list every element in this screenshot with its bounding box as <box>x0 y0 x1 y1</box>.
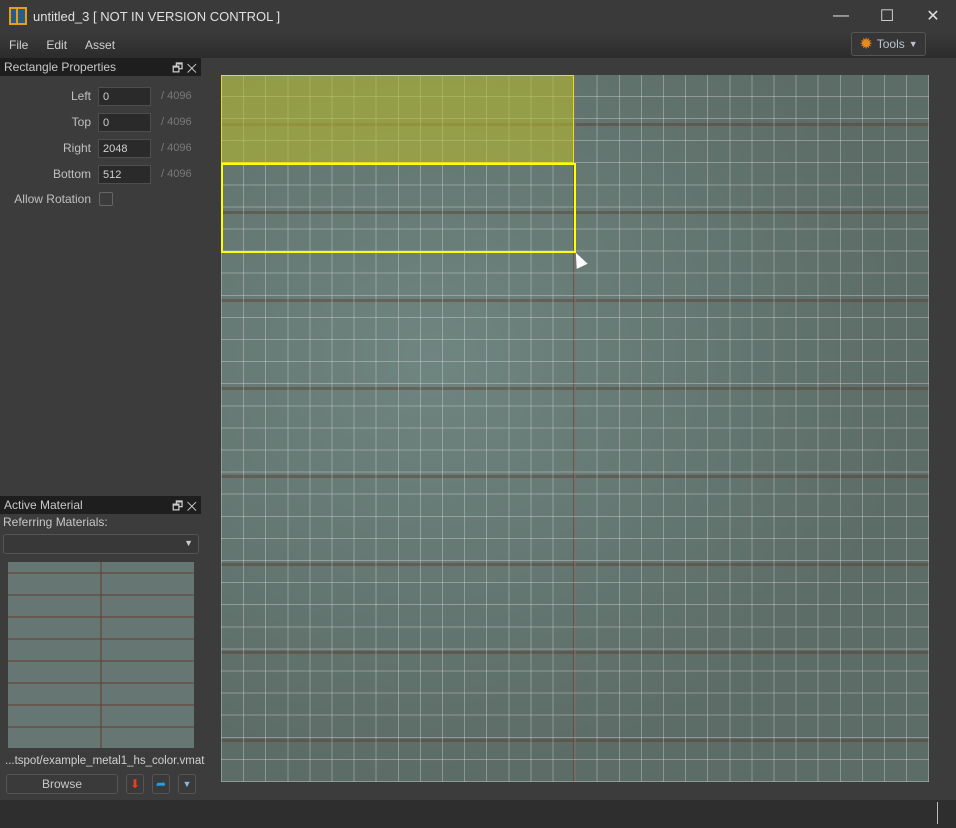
left-label: Left <box>70 89 91 103</box>
right-label: Right <box>62 141 91 155</box>
status-divider <box>937 802 938 824</box>
right-max: / 4096 <box>161 142 192 154</box>
material-thumbnail <box>8 562 194 748</box>
gear-icon: ✹ <box>859 36 873 53</box>
left-max: / 4096 <box>161 90 192 102</box>
field-left: Left 0 / 4096 <box>0 86 192 106</box>
selected-rectangle[interactable] <box>221 163 576 253</box>
chevron-down-icon: ▼ <box>184 538 193 548</box>
menu-edit[interactable]: Edit <box>38 38 76 52</box>
browse-button[interactable]: Browse <box>6 774 118 794</box>
panel-float-close-icons[interactable]: 🗗 ✕ <box>172 497 197 518</box>
allow-rotation-label: Allow Rotation <box>14 192 91 206</box>
field-top: Top 0 / 4096 <box>0 112 192 132</box>
redirect-arrow-icon[interactable]: ➦ <box>152 774 170 794</box>
menu-bar: File Edit Asset <box>0 32 956 58</box>
bottom-max: / 4096 <box>161 168 192 180</box>
import-arrow-icon[interactable]: ⬇ <box>126 774 144 794</box>
panel-float-close-icons[interactable]: 🗗 ✕ <box>172 59 197 80</box>
material-panel-header: Active Material 🗗 ✕ <box>0 496 201 514</box>
top-input[interactable]: 0 <box>98 112 151 132</box>
maximize-button[interactable]: ☐ <box>864 0 910 32</box>
menu-asset[interactable]: Asset <box>77 38 124 52</box>
rect-panel-header: Rectangle Properties 🗗 ✕ <box>0 58 201 76</box>
title-bar: untitled_3 [ NOT IN VERSION CONTROL ] — … <box>0 0 956 32</box>
field-allow-rotation: Allow Rotation <box>0 189 113 209</box>
referring-materials-dropdown[interactable]: ▼ <box>3 534 199 554</box>
window-title: untitled_3 [ NOT IN VERSION CONTROL ] <box>33 8 281 24</box>
material-filename: ...tspot/example_metal1_hs_color.vmat <box>5 755 205 767</box>
close-button[interactable]: ✕ <box>910 0 956 32</box>
tools-button[interactable]: ✹ Tools ▼ <box>851 32 926 56</box>
status-bar <box>0 800 956 828</box>
dropdown-arrow-icon[interactable]: ▼ <box>178 774 196 794</box>
bottom-input[interactable]: 512 <box>98 164 151 184</box>
tools-label: Tools <box>876 37 905 51</box>
left-input[interactable]: 0 <box>98 86 151 106</box>
chevron-down-icon: ▼ <box>908 39 918 49</box>
app-icon <box>9 7 27 25</box>
right-input[interactable]: 2048 <box>98 138 151 158</box>
bottom-label: Bottom <box>52 167 91 181</box>
texture-rectangle[interactable] <box>221 75 574 163</box>
field-right: Right 2048 / 4096 <box>0 138 192 158</box>
allow-rotation-checkbox[interactable] <box>99 192 113 206</box>
minimize-button[interactable]: — <box>818 0 864 32</box>
rect-panel-title: Rectangle Properties <box>4 60 117 74</box>
material-panel-title: Active Material <box>4 498 83 512</box>
top-max: / 4096 <box>161 116 192 128</box>
menu-file[interactable]: File <box>1 38 37 52</box>
field-bottom: Bottom 512 / 4096 <box>0 164 192 184</box>
top-label: Top <box>71 115 91 129</box>
referring-materials-label: Referring Materials: <box>3 515 108 529</box>
